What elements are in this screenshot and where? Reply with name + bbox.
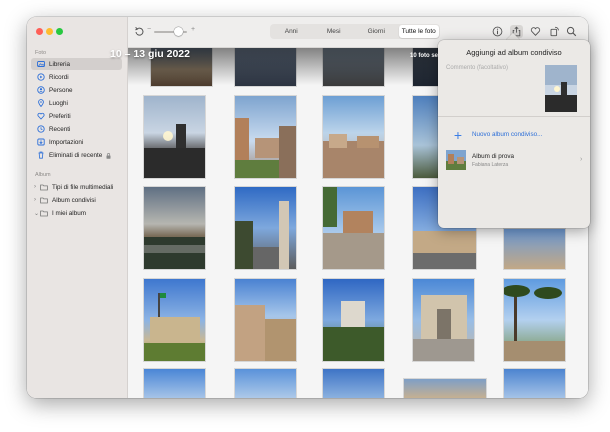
photo-thumbnail[interactable] (404, 379, 486, 398)
photo-thumbnail[interactable] (504, 229, 565, 269)
photo-thumbnail[interactable] (144, 279, 205, 361)
date-range-title: 10 – 13 giu 2022 (110, 48, 190, 60)
view-segmented-control: Anni Mesi Giorni Tutte le foto (270, 24, 440, 39)
photo-thumbnail[interactable] (235, 369, 296, 398)
zoom-out-label: − (147, 26, 152, 33)
photo-thumbnail[interactable] (323, 96, 384, 178)
rotate-icon[interactable] (133, 25, 146, 38)
plus-icon[interactable]: + (446, 123, 470, 147)
album-owner: Fabiana Laterza (472, 162, 509, 168)
photo-thumbnail[interactable] (235, 96, 296, 178)
tab-days[interactable]: Giorni (356, 25, 397, 38)
popover-title: Aggiungi ad album condiviso (466, 48, 562, 57)
photo-thumbnail[interactable] (504, 279, 565, 361)
selected-photo-preview (545, 65, 577, 112)
rotate-photo-icon[interactable] (548, 25, 561, 38)
chevron-right-icon[interactable]: › (580, 156, 582, 163)
info-icon[interactable] (491, 25, 504, 38)
add-to-shared-album-popover: Aggiungi ad album condiviso Commento (fa… (438, 40, 590, 228)
photo-thumbnail[interactable] (413, 96, 438, 178)
zoom-slider-knob[interactable] (174, 27, 183, 36)
zoom-in-label: + (191, 26, 196, 33)
photo-thumbnail[interactable] (144, 187, 205, 269)
photo-thumbnail[interactable] (235, 279, 296, 361)
tab-all-photos[interactable]: Tutte le foto (398, 25, 439, 38)
photo-count-label: 10 foto se (410, 53, 439, 59)
search-icon[interactable] (565, 25, 578, 38)
photo-thumbnail[interactable] (144, 369, 205, 398)
photo-thumbnail[interactable] (504, 369, 565, 398)
photo-thumbnail[interactable] (235, 187, 296, 269)
new-shared-album-button[interactable]: Nuovo album condiviso... (472, 131, 542, 138)
album-thumbnail[interactable] (446, 150, 466, 170)
photo-thumbnail[interactable] (323, 369, 384, 398)
tab-years[interactable]: Anni (271, 25, 312, 38)
photo-thumbnail[interactable] (323, 279, 384, 361)
heart-icon[interactable] (529, 25, 542, 38)
photo-thumbnail[interactable] (323, 187, 384, 269)
comment-field[interactable]: Commento (facoltativo) (446, 65, 508, 71)
popover-divider (438, 116, 590, 117)
tab-months[interactable]: Mesi (314, 25, 355, 38)
album-name[interactable]: Album di prova (472, 153, 514, 160)
photo-thumbnail[interactable] (144, 96, 205, 178)
photo-thumbnail[interactable] (413, 279, 474, 361)
